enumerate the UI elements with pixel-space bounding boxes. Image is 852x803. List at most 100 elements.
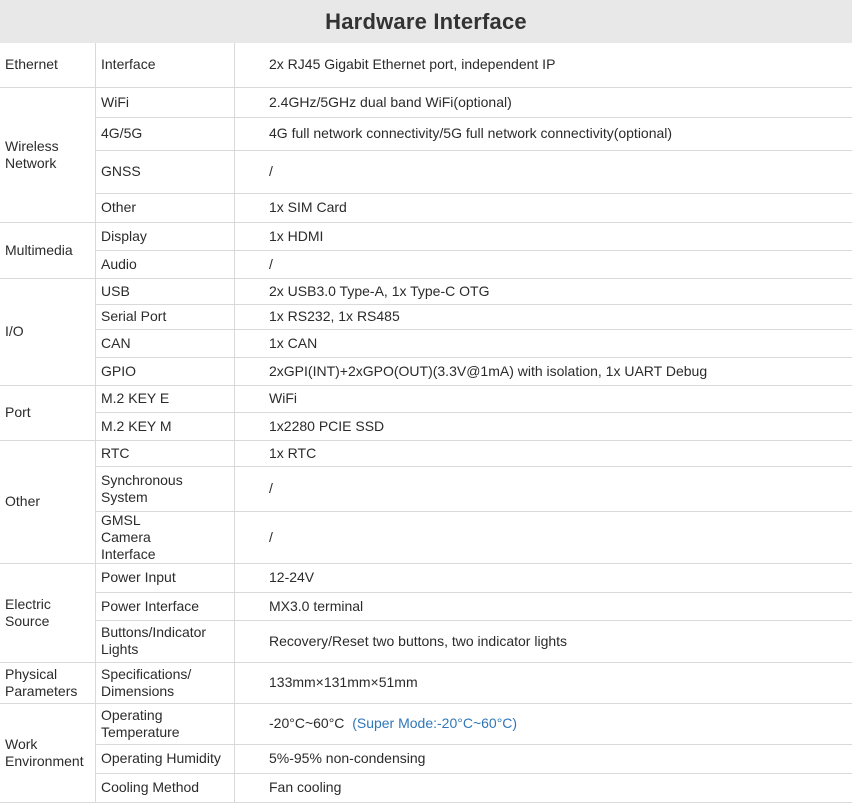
category-cell: Port xyxy=(0,385,96,440)
item-label: Other xyxy=(101,199,136,215)
value-text: 2x USB3.0 Type-A, 1x Type-C OTG xyxy=(269,283,489,299)
value-cell: -20°C~60°C (Super Mode:-20°C~60°C) xyxy=(235,703,852,744)
category-label: I/O xyxy=(5,323,24,339)
item-cell: Display xyxy=(96,222,235,250)
value-text: 1x SIM Card xyxy=(269,199,347,215)
value-text: 1x RTC xyxy=(269,445,316,461)
item-cell: Synchronous System xyxy=(96,466,235,511)
item-cell: Power Input xyxy=(96,563,235,592)
value-text: 1x RS232, 1x RS485 xyxy=(269,308,400,324)
table-row: Cooling Method Fan cooling xyxy=(0,773,852,802)
value-cell: / xyxy=(235,250,852,278)
item-cell: GNSS xyxy=(96,150,235,193)
item-cell: CAN xyxy=(96,329,235,357)
value-cell: / xyxy=(235,511,852,563)
item-label: Power Interface xyxy=(101,598,199,614)
table-row: Port M.2 KEY E WiFi xyxy=(0,385,852,412)
category-cell: Physical Parameters xyxy=(0,662,96,703)
value-text: Recovery/Reset two buttons, two indicato… xyxy=(269,633,567,649)
item-cell: USB xyxy=(96,278,235,304)
item-label: Buttons/Indicator Lights xyxy=(101,624,206,657)
value-cell: 1x RTC xyxy=(235,440,852,466)
value-cell: 1x SIM Card xyxy=(235,193,852,222)
value-text: 12-24V xyxy=(269,569,314,585)
item-cell: Specifications/ Dimensions xyxy=(96,662,235,703)
item-label: Audio xyxy=(101,256,137,272)
value-cell: 1x RS232, 1x RS485 xyxy=(235,304,852,329)
table-row: I/O USB 2x USB3.0 Type-A, 1x Type-C OTG xyxy=(0,278,852,304)
value-text: 4G full network connectivity/5G full net… xyxy=(269,125,672,141)
item-label: Specifications/ Dimensions xyxy=(101,666,201,700)
item-label: GNSS xyxy=(101,163,141,179)
value-text: / xyxy=(269,163,273,179)
super-mode-note: (Super Mode:-20°C~60°C) xyxy=(352,715,517,731)
item-label: Operating Temperature xyxy=(101,707,191,741)
value-text: 1x2280 PCIE SSD xyxy=(269,418,384,434)
item-label: Serial Port xyxy=(101,308,166,324)
value-cell: Fan cooling xyxy=(235,773,852,802)
value-cell: 2xGPI(INT)+2xGPO(OUT)(3.3V@1mA) with iso… xyxy=(235,357,852,385)
title-bar: Hardware Interface xyxy=(0,0,852,43)
item-label: Synchronous System xyxy=(101,472,201,506)
value-text: 1x CAN xyxy=(269,335,317,351)
item-cell: WiFi xyxy=(96,87,235,117)
table-row: Multimedia Display 1x HDMI xyxy=(0,222,852,250)
table-row: Buttons/Indicator Lights Recovery/Reset … xyxy=(0,620,852,662)
value-cell: 1x CAN xyxy=(235,329,852,357)
category-cell: Electric Source xyxy=(0,563,96,662)
table-row: GNSS / xyxy=(0,150,852,193)
table-row: Synchronous System / xyxy=(0,466,852,511)
category-label: Work Environment xyxy=(5,736,90,770)
table-row: Physical Parameters Specifications/ Dime… xyxy=(0,662,852,703)
table-row: Audio / xyxy=(0,250,852,278)
item-label: M.2 KEY E xyxy=(101,390,169,406)
category-cell: Other xyxy=(0,440,96,563)
value-text: 133mm×131mm×51mm xyxy=(269,674,418,690)
table-row: Power Interface MX3.0 terminal xyxy=(0,592,852,620)
value-text: -20°C~60°C xyxy=(269,715,344,731)
value-cell: Recovery/Reset two buttons, two indicato… xyxy=(235,620,852,662)
value-cell: 133mm×131mm×51mm xyxy=(235,662,852,703)
table-row: Electric Source Power Input 12-24V xyxy=(0,563,852,592)
item-cell: GMSL Camera Interface xyxy=(96,511,235,563)
item-label: CAN xyxy=(101,335,131,351)
table-row: Ethernet Interface 2x RJ45 Gigabit Ether… xyxy=(0,43,852,87)
category-cell: Wireless Network xyxy=(0,87,96,222)
table-row: CAN 1x CAN xyxy=(0,329,852,357)
value-text: 2xGPI(INT)+2xGPO(OUT)(3.3V@1mA) with iso… xyxy=(269,363,707,379)
value-cell: / xyxy=(235,150,852,193)
value-text: 2.4GHz/5GHz dual band WiFi(optional) xyxy=(269,94,512,110)
table-row: Wireless Network WiFi 2.4GHz/5GHz dual b… xyxy=(0,87,852,117)
category-label: Ethernet xyxy=(5,56,58,72)
value-cell: WiFi xyxy=(235,385,852,412)
item-cell: Operating Humidity xyxy=(96,744,235,773)
table-row: GPIO 2xGPI(INT)+2xGPO(OUT)(3.3V@1mA) wit… xyxy=(0,357,852,385)
table-row: GMSL Camera Interface / xyxy=(0,511,852,563)
category-label: Other xyxy=(5,493,40,509)
item-label: M.2 KEY M xyxy=(101,418,172,434)
item-label: GPIO xyxy=(101,363,136,379)
value-cell: 5%-95% non-condensing xyxy=(235,744,852,773)
value-text: 5%-95% non-condensing xyxy=(269,750,425,766)
category-cell: I/O xyxy=(0,278,96,385)
table-row: M.2 KEY M 1x2280 PCIE SSD xyxy=(0,412,852,440)
item-label: Operating Humidity xyxy=(101,750,221,766)
value-cell: MX3.0 terminal xyxy=(235,592,852,620)
category-label: Physical Parameters xyxy=(5,666,85,700)
category-label: Wireless Network xyxy=(5,138,71,172)
category-cell: Work Environment xyxy=(0,703,96,802)
item-cell: Other xyxy=(96,193,235,222)
value-cell: 2x USB3.0 Type-A, 1x Type-C OTG xyxy=(235,278,852,304)
value-text: MX3.0 terminal xyxy=(269,598,363,614)
table-row: Serial Port 1x RS232, 1x RS485 xyxy=(0,304,852,329)
item-cell: Operating Temperature xyxy=(96,703,235,744)
value-cell: 1x2280 PCIE SSD xyxy=(235,412,852,440)
table-row: Other 1x SIM Card xyxy=(0,193,852,222)
value-text: Fan cooling xyxy=(269,779,341,795)
value-text: / xyxy=(269,256,273,272)
table-row: Work Environment Operating Temperature -… xyxy=(0,703,852,744)
table-row: Other RTC 1x RTC xyxy=(0,440,852,466)
value-text: 1x HDMI xyxy=(269,228,323,244)
item-cell: Interface xyxy=(96,43,235,87)
value-cell: 2x RJ45 Gigabit Ethernet port, independe… xyxy=(235,43,852,87)
